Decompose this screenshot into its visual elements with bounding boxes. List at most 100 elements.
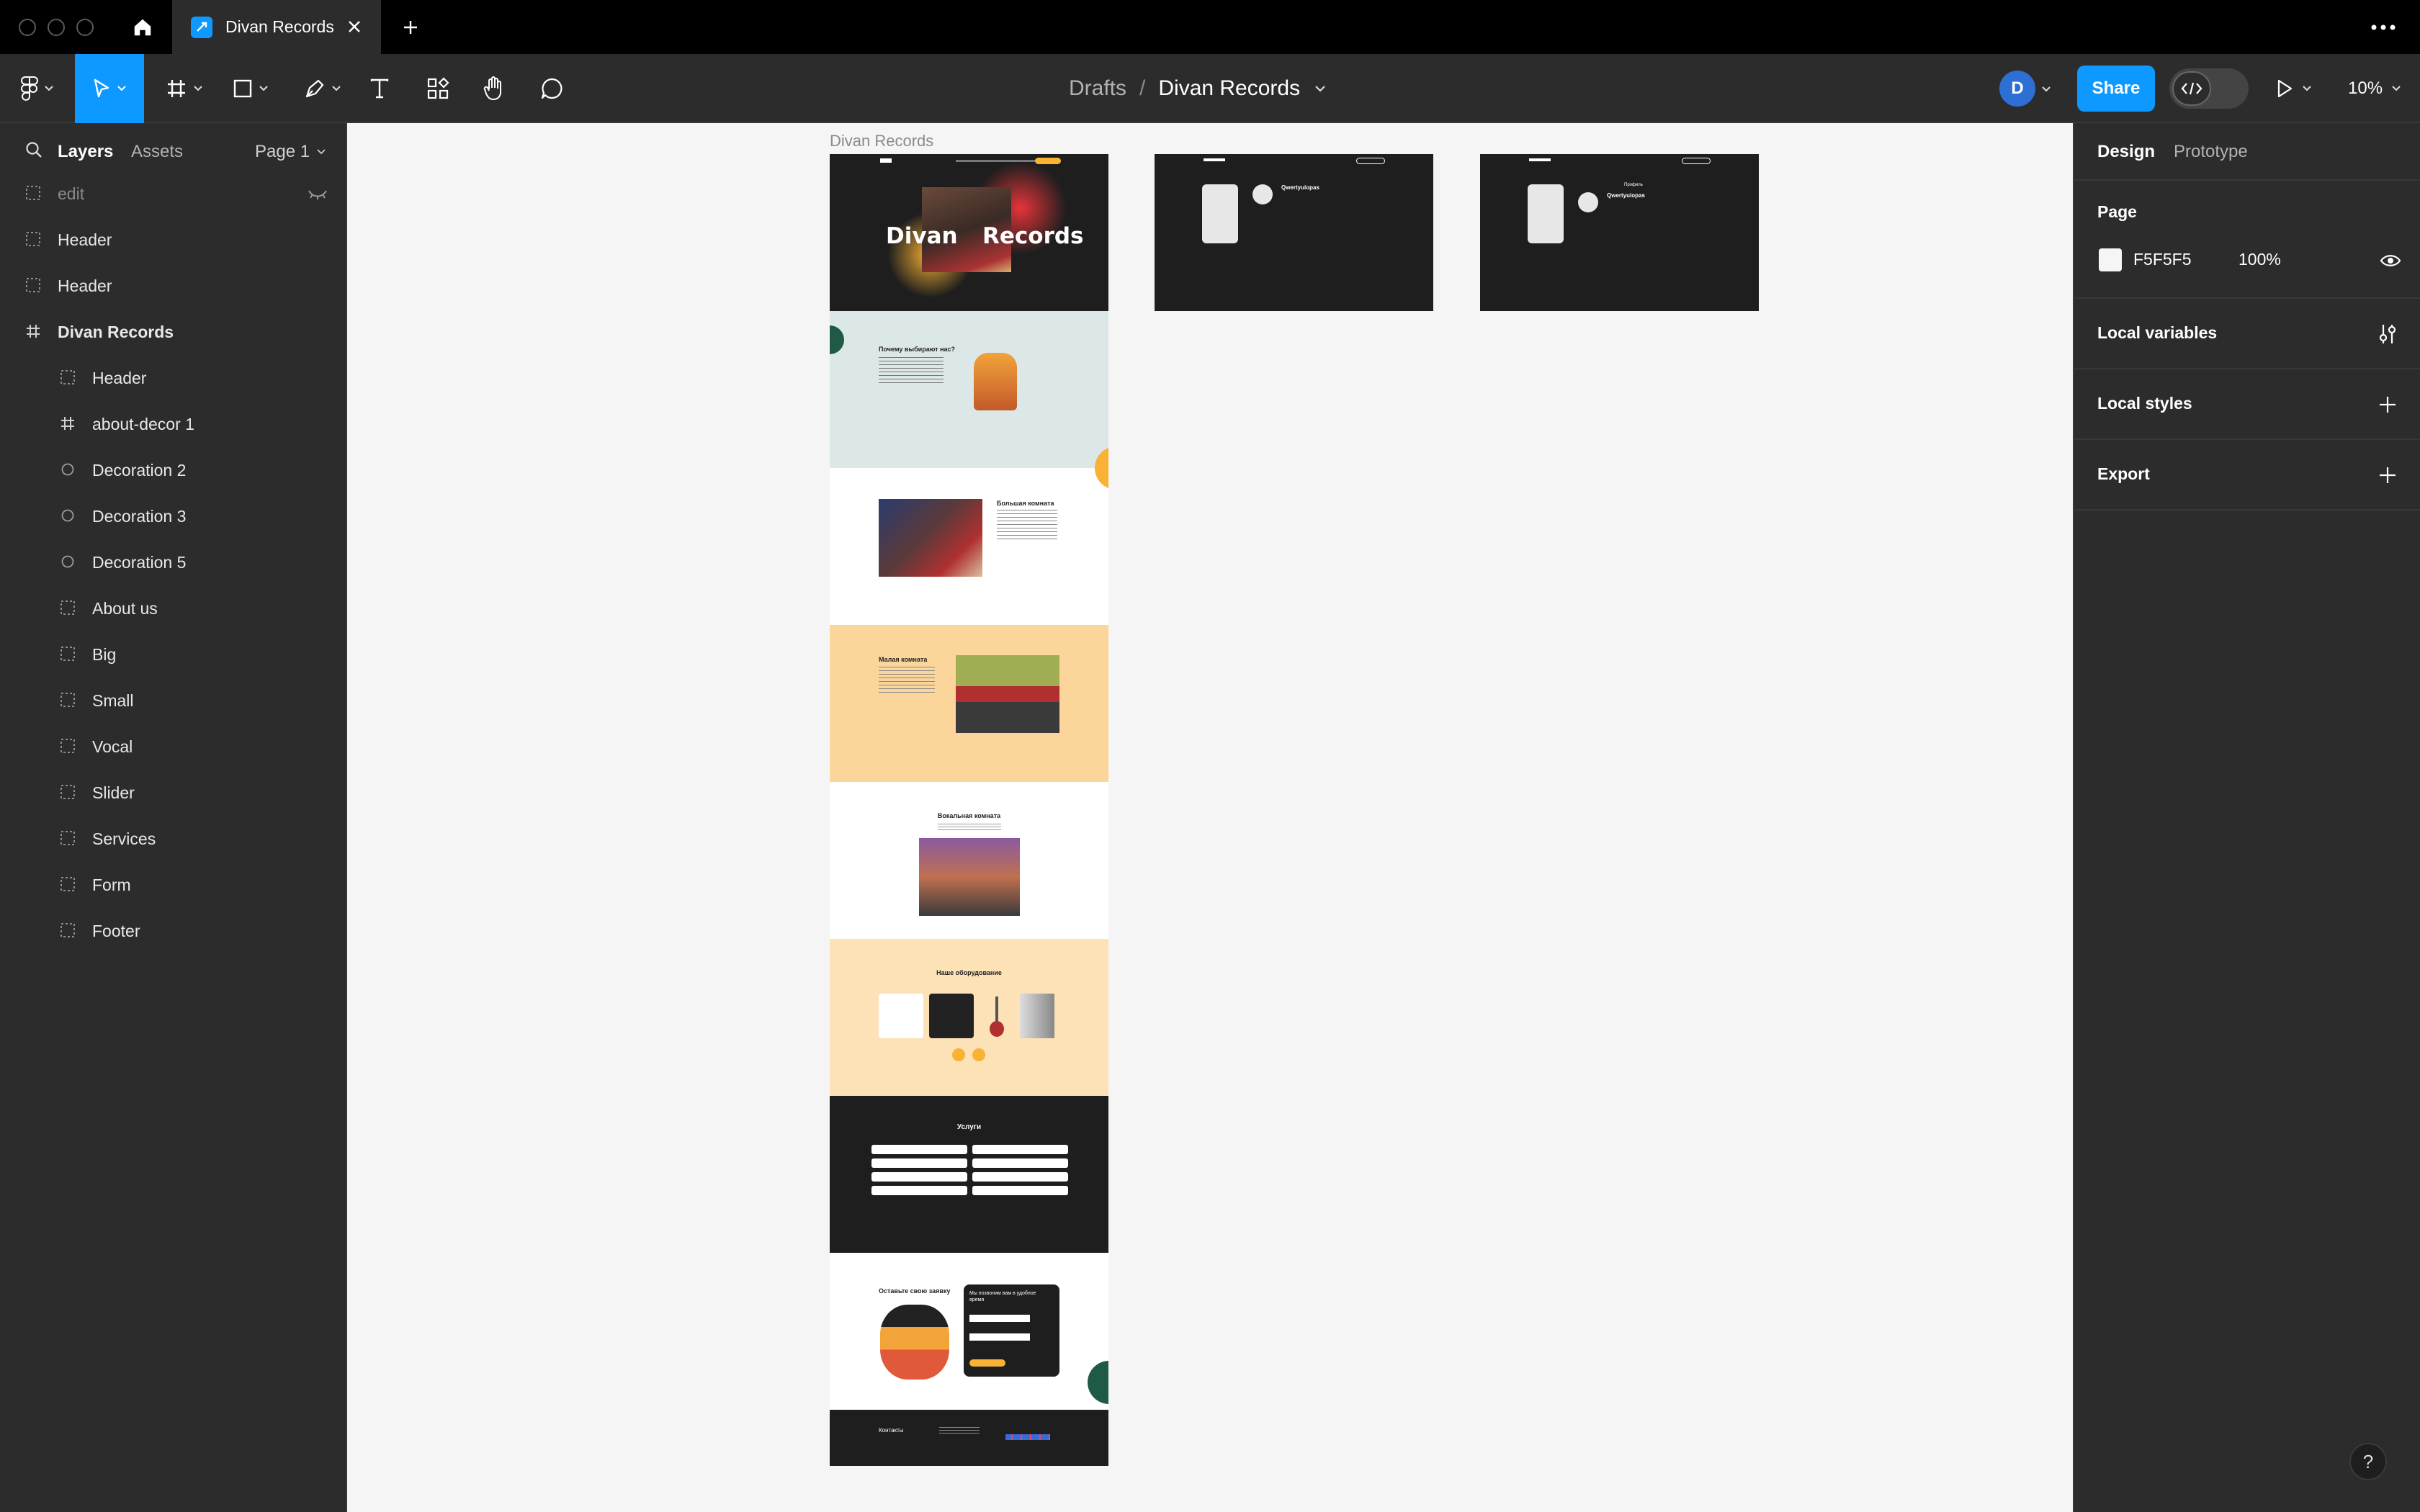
layer-label: Decoration 5	[92, 553, 187, 572]
plus-icon	[404, 21, 417, 34]
main-menu-button[interactable]	[10, 54, 65, 123]
footer-contacts	[939, 1427, 980, 1436]
equipment-title: Наше оборудование	[936, 969, 1002, 976]
decoration-circle-green	[1088, 1361, 1108, 1404]
window-zoom-dot[interactable]	[76, 19, 94, 36]
hand-tool-button[interactable]	[477, 54, 511, 123]
page-selector[interactable]: Page 1	[255, 142, 326, 162]
plus-icon[interactable]	[2377, 394, 2398, 415]
canvas[interactable]: Divan Records Divan Records Почему выбир…	[347, 123, 2073, 1512]
layer-row[interactable]: Decoration 3	[0, 492, 346, 539]
move-tool-button[interactable]	[75, 54, 144, 123]
layer-row[interactable]: Header	[0, 262, 346, 308]
home-button[interactable]	[115, 0, 169, 54]
present-button[interactable]	[2276, 74, 2312, 103]
service-item	[972, 1145, 1068, 1154]
help-button[interactable]: ?	[2349, 1443, 2387, 1480]
variables-sliders-icon[interactable]	[2377, 323, 2398, 345]
section-icon	[59, 369, 76, 386]
avatar[interactable]: D	[1999, 71, 2035, 107]
layer-row[interactable]: Decoration 5	[0, 539, 346, 585]
layer-label: Big	[92, 645, 117, 664]
slider-next-button	[972, 1048, 985, 1061]
layer-row[interactable]: Vocal	[0, 723, 346, 769]
layer-row[interactable]: Header	[0, 216, 346, 262]
zoom-menu[interactable]: 10%	[2348, 74, 2401, 103]
page-color-swatch[interactable]	[2099, 248, 2122, 271]
layer-row[interactable]: about-decor 1	[0, 400, 346, 446]
section-slider[interactable]: Наше оборудование	[830, 939, 1108, 1096]
breadcrumb: Drafts / Divan Records	[1069, 54, 1326, 123]
service-item	[972, 1186, 1068, 1195]
layer-row[interactable]: Footer	[0, 907, 346, 953]
layer-label: Slider	[92, 783, 135, 802]
frame-header-profile-2[interactable]: Профиль Qwertyuiopas	[1480, 154, 1759, 311]
layer-row[interactable]: Divan Records	[0, 308, 346, 354]
frame-divan-records[interactable]: Divan Records Почему выбирают нас? Больш…	[830, 154, 1108, 1466]
slider-prev-button	[952, 1048, 965, 1061]
layer-row[interactable]: Services	[0, 815, 346, 861]
chevron-down-icon[interactable]	[2041, 86, 2051, 93]
about-illustration	[974, 353, 1017, 410]
more-menu-button[interactable]	[2365, 13, 2401, 42]
section-vocal[interactable]: Вокальная комната	[830, 782, 1108, 939]
section-big[interactable]: Большая комната	[830, 446, 1108, 625]
section-header[interactable]: Divan Records	[830, 154, 1108, 311]
tab-prototype[interactable]: Prototype	[2174, 142, 2248, 162]
file-tab[interactable]: Divan Records	[172, 0, 381, 54]
section-about-us[interactable]: Почему выбирают нас?	[830, 311, 1108, 468]
layer-row[interactable]: Small	[0, 677, 346, 723]
layer-row[interactable]: Form	[0, 861, 346, 907]
pen-tool-button[interactable]	[295, 54, 350, 123]
text-tool-button[interactable]	[363, 54, 396, 123]
frame-header-profile-1[interactable]: Qwertyuiopas	[1155, 154, 1433, 311]
chevron-down-icon[interactable]	[1314, 85, 1326, 92]
section-icon	[59, 599, 76, 616]
services-title: Услуги	[956, 1123, 982, 1131]
layer-row[interactable]: Header	[0, 354, 346, 400]
file-name[interactable]: Divan Records	[1158, 76, 1300, 101]
local-variables-heading[interactable]: Local variables	[2097, 323, 2217, 343]
footer-social-icons	[1005, 1434, 1050, 1440]
breadcrumb-separator: /	[1139, 76, 1146, 100]
slide-guitar	[980, 994, 1016, 1038]
service-item	[871, 1145, 967, 1154]
section-services[interactable]: Услуги	[830, 1096, 1108, 1253]
resources-tool-button[interactable]	[421, 54, 455, 123]
plus-icon[interactable]	[2377, 464, 2398, 486]
layer-label: Small	[92, 691, 134, 710]
section-form[interactable]: Оставьте свою заявку Мы позвоним вам в у…	[830, 1253, 1108, 1410]
local-styles-heading[interactable]: Local styles	[2097, 394, 2192, 413]
page-opacity-value[interactable]: 100%	[2238, 250, 2281, 269]
layer-row[interactable]: About us	[0, 585, 346, 631]
service-item	[972, 1158, 1068, 1168]
new-tab-button[interactable]	[396, 13, 425, 42]
layer-row[interactable]: Slider	[0, 769, 346, 815]
section-small[interactable]: Малая комната	[830, 625, 1108, 782]
breadcrumb-drafts[interactable]: Drafts	[1069, 76, 1126, 101]
layer-row[interactable]: Decoration 2	[0, 446, 346, 492]
tab-design[interactable]: Design	[2097, 142, 2155, 162]
tab-assets[interactable]: Assets	[131, 142, 183, 162]
layer-row[interactable]: edit	[0, 170, 346, 216]
layer-label: Decoration 2	[92, 461, 187, 480]
shape-tool-button[interactable]	[223, 54, 278, 123]
export-heading[interactable]: Export	[2097, 464, 2150, 484]
comment-tool-button[interactable]	[534, 54, 569, 123]
dev-mode-toggle[interactable]	[2169, 68, 2249, 109]
section-footer[interactable]: Контакты	[830, 1410, 1108, 1466]
ellipse-icon	[59, 553, 76, 570]
cursor-arrow-icon	[94, 78, 109, 98]
hidden-eye-icon[interactable]	[307, 186, 328, 205]
frame-tool-button[interactable]	[157, 54, 212, 123]
search-icon[interactable]	[24, 140, 43, 159]
window-close-dot[interactable]	[19, 19, 36, 36]
share-button[interactable]: Share	[2077, 66, 2155, 112]
tab-layers[interactable]: Layers	[58, 142, 113, 162]
layer-row[interactable]: Big	[0, 631, 346, 677]
eye-icon[interactable]	[2380, 253, 2401, 269]
frame-label[interactable]: Divan Records	[830, 132, 933, 150]
page-color-value[interactable]: F5F5F5	[2133, 250, 2192, 269]
close-icon[interactable]	[344, 16, 365, 37]
window-minimize-dot[interactable]	[48, 19, 65, 36]
